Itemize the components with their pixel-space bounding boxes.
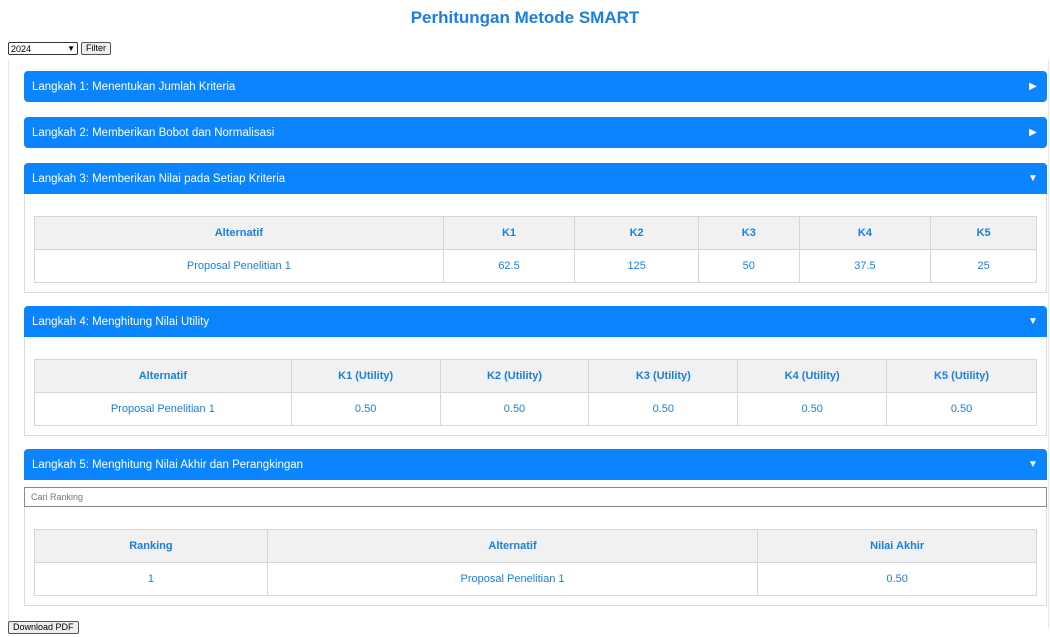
column-header: K5 [930,216,1037,250]
column-header: K4 (Utility) [737,359,888,393]
collapse-arrow-icon: ▼ [1028,316,1038,327]
step-5-body: Ranking Alternatif Nilai Akhir 1 Proposa… [24,507,1047,606]
column-header: Nilai Akhir [757,529,1037,563]
year-select[interactable]: 2024 ▼ [8,42,78,55]
collapse-arrow-icon: ▼ [1028,459,1038,470]
criteria-values-table: Alternatif K1 K2 K3 K4 K5 Proposal Penel… [34,216,1037,283]
table-cell: 62.5 [442,249,576,283]
table-row: Proposal Penelitian 1 0.50 0.50 0.50 0.5… [34,392,1037,426]
step-5-label: Langkah 5: Menghitung Nilai Akhir dan Pe… [32,458,304,471]
column-header: K3 [697,216,800,250]
table-cell: 125 [574,249,699,283]
column-header: Alternatif [34,359,292,393]
table-cell: 0.50 [290,392,441,426]
table-cell: 50 [697,249,800,283]
step-3-label: Langkah 3: Memberikan Nilai pada Setiap … [32,172,286,185]
table-cell: 0.50 [757,562,1037,596]
table-row: 1 Proposal Penelitian 1 0.50 [34,562,1037,596]
step-2-section: Langkah 2: Memberikan Bobot dan Normalis… [24,117,1047,148]
column-header: K1 (Utility) [290,359,441,393]
step-3-body: Alternatif K1 K2 K3 K4 K5 Proposal Penel… [24,194,1047,293]
step-1-section: Langkah 1: Menentukan Jumlah Kriteria ▶ [24,71,1047,102]
column-header: K1 [442,216,576,250]
utility-table: Alternatif K1 (Utility) K2 (Utility) K3 … [34,359,1037,426]
step-4-header[interactable]: Langkah 4: Menghitung Nilai Utility ▼ [24,306,1047,337]
content-panel: Langkah 1: Menentukan Jumlah Kriteria ▶ … [8,60,1049,628]
table-row: Proposal Penelitian 1 62.5 125 50 37.5 2… [34,249,1037,283]
step-2-header[interactable]: Langkah 2: Memberikan Bobot dan Normalis… [24,117,1047,148]
table-header-row: Alternatif K1 (Utility) K2 (Utility) K3 … [34,359,1037,393]
column-header: Alternatif [266,529,759,563]
filter-button[interactable]: Filter [81,42,111,55]
table-header-row: Ranking Alternatif Nilai Akhir [34,529,1037,563]
step-3-section: Langkah 3: Memberikan Nilai pada Setiap … [24,163,1047,293]
chevron-down-icon: ▼ [67,44,75,53]
column-header: K3 (Utility) [588,359,739,393]
column-header: Ranking [34,529,268,563]
table-cell: 1 [34,562,268,596]
step-4-section: Langkah 4: Menghitung Nilai Utility ▼ Al… [24,306,1047,436]
step-4-label: Langkah 4: Menghitung Nilai Utility [32,315,210,328]
table-cell: 0.50 [886,392,1037,426]
table-cell: 0.50 [439,392,590,426]
download-pdf-button[interactable]: Download PDF [8,621,79,634]
expand-arrow-icon: ▶ [1029,81,1037,92]
page-title: Perhitungan Metode SMART [410,8,640,27]
step-3-header[interactable]: Langkah 3: Memberikan Nilai pada Setiap … [24,163,1047,194]
column-header: K2 (Utility) [439,359,590,393]
table-header-row: Alternatif K1 K2 K3 K4 K5 [34,216,1037,250]
ranking-search-input[interactable] [24,487,1047,507]
year-select-value: 2024 [11,43,32,54]
step-4-body: Alternatif K1 (Utility) K2 (Utility) K3 … [24,337,1047,436]
column-header: K5 (Utility) [886,359,1037,393]
step-1-header[interactable]: Langkah 1: Menentukan Jumlah Kriteria ▶ [24,71,1047,102]
column-header: Alternatif [34,216,444,250]
expand-arrow-icon: ▶ [1029,127,1037,138]
step-5-header[interactable]: Langkah 5: Menghitung Nilai Akhir dan Pe… [24,449,1047,480]
ranking-table: Ranking Alternatif Nilai Akhir 1 Proposa… [34,529,1037,596]
table-cell: 0.50 [737,392,888,426]
column-header: K2 [574,216,699,250]
table-cell: Proposal Penelitian 1 [266,562,759,596]
collapse-arrow-icon: ▼ [1028,173,1038,184]
step-5-section: Langkah 5: Menghitung Nilai Akhir dan Pe… [24,449,1047,606]
table-cell: 0.50 [588,392,739,426]
table-cell: 37.5 [798,249,932,283]
step-2-label: Langkah 2: Memberikan Bobot dan Normalis… [32,126,275,139]
table-cell: Proposal Penelitian 1 [34,249,444,283]
table-cell: 25 [930,249,1037,283]
filter-bar: 2024 ▼ Filter [8,42,111,55]
column-header: K4 [798,216,932,250]
step-1-label: Langkah 1: Menentukan Jumlah Kriteria [32,80,236,93]
table-cell: Proposal Penelitian 1 [34,392,292,426]
